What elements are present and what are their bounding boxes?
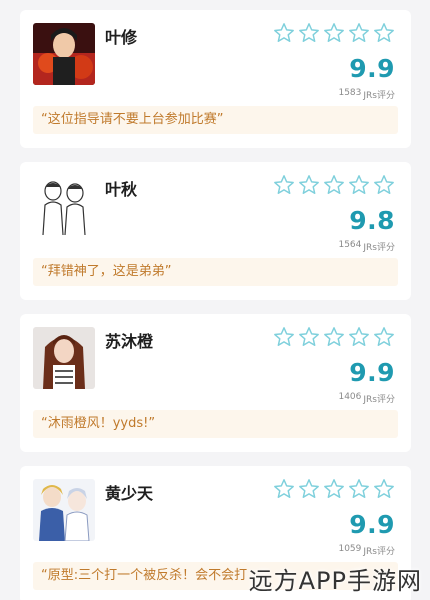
star-outline-icon[interactable] [373, 326, 395, 348]
rating-count: 1406 JRs评分 [338, 392, 395, 405]
rating-count: 1564 JRs评分 [338, 240, 395, 253]
star-outline-icon[interactable] [273, 326, 295, 348]
score: 9.8 [349, 206, 395, 235]
avatar [33, 327, 95, 389]
character-name: 叶修 [105, 28, 138, 47]
score: 9.9 [349, 510, 395, 539]
star-rating[interactable] [273, 174, 395, 196]
star-outline-icon[interactable] [273, 478, 295, 500]
avatar [33, 479, 95, 541]
star-outline-icon[interactable] [323, 326, 345, 348]
star-outline-icon[interactable] [323, 22, 345, 44]
star-outline-icon[interactable] [373, 478, 395, 500]
character-name: 苏沐橙 [105, 332, 154, 351]
star-rating[interactable] [273, 478, 395, 500]
star-outline-icon[interactable] [373, 174, 395, 196]
star-outline-icon[interactable] [348, 326, 370, 348]
watermark: 远方APP手游网 [248, 567, 422, 595]
star-outline-icon[interactable] [298, 174, 320, 196]
score: 9.9 [349, 54, 395, 83]
star-outline-icon[interactable] [323, 174, 345, 196]
rating-count-number: 1583 [338, 88, 362, 98]
top-comment[interactable]: “沐雨橙风！yyds!” [33, 410, 398, 438]
character-name: 叶秋 [105, 180, 138, 199]
character-name: 黄少天 [105, 484, 154, 503]
rating-count: 1583 JRs评分 [338, 88, 395, 101]
star-outline-icon[interactable] [298, 478, 320, 500]
star-outline-icon[interactable] [273, 174, 295, 196]
rating-count: 1059 JRs评分 [338, 544, 395, 557]
star-outline-icon[interactable] [348, 174, 370, 196]
rating-card[interactable]: 叶秋 9.8 1564 JRs评分 “拜错神了，这是弟弟” [20, 162, 411, 300]
star-outline-icon[interactable] [298, 326, 320, 348]
rating-count-number: 1059 [338, 544, 362, 554]
top-comment[interactable]: “拜错神了，这是弟弟” [33, 258, 398, 286]
star-outline-icon[interactable] [273, 22, 295, 44]
rating-count-unit: JRs评分 [363, 91, 395, 101]
top-comment[interactable]: “这位指导请不要上台参加比赛” [33, 106, 398, 134]
rating-card[interactable]: 苏沐橙 9.9 1406 JRs评分 “沐雨橙风！yyds!” [20, 314, 411, 452]
rating-count-number: 1406 [338, 392, 362, 402]
rating-count-number: 1564 [338, 240, 362, 250]
star-outline-icon[interactable] [348, 478, 370, 500]
rating-count-unit: JRs评分 [363, 395, 395, 405]
avatar [33, 23, 95, 85]
star-outline-icon[interactable] [373, 22, 395, 44]
star-rating[interactable] [273, 22, 395, 44]
rating-count-unit: JRs评分 [363, 243, 395, 253]
star-rating[interactable] [273, 326, 395, 348]
star-outline-icon[interactable] [348, 22, 370, 44]
score: 9.9 [349, 358, 395, 387]
star-outline-icon[interactable] [323, 478, 345, 500]
star-outline-icon[interactable] [298, 22, 320, 44]
rating-count-unit: JRs评分 [363, 547, 395, 557]
avatar [33, 175, 95, 237]
rating-card[interactable]: 叶修 9.9 1583 JRs评分 “这位指导请不要上台参加比赛” [20, 10, 411, 148]
